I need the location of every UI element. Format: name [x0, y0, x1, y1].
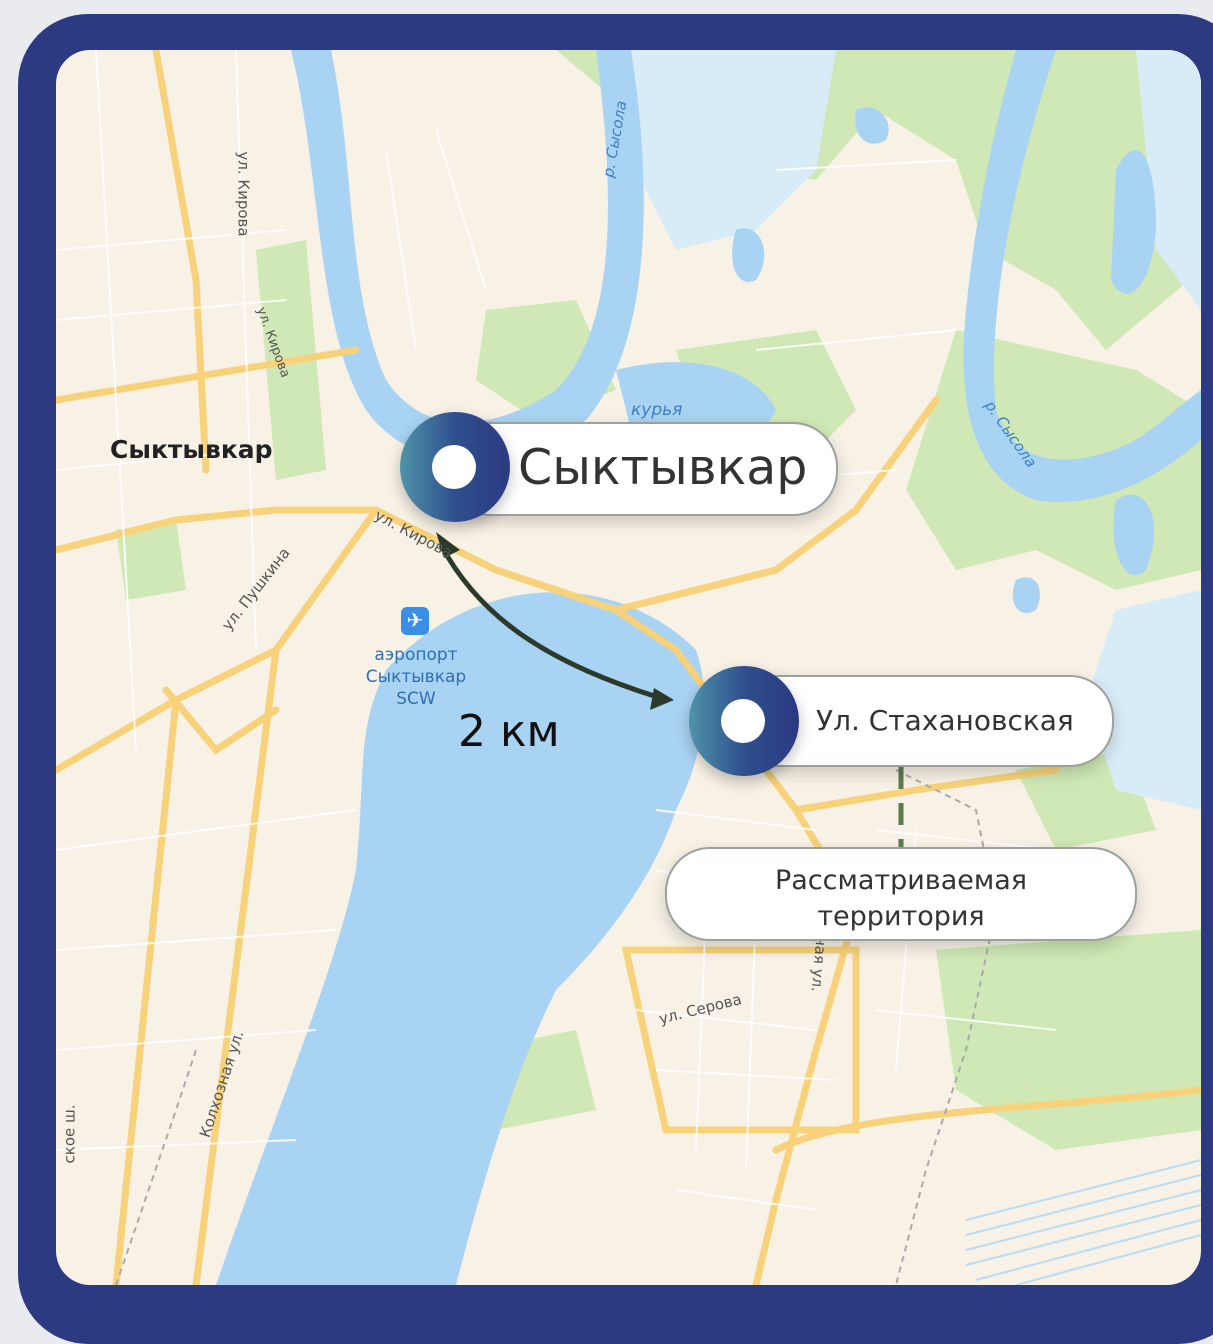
territory-callout-line: Рассматриваемая — [774, 865, 1028, 896]
water-body-label: курья — [631, 400, 683, 420]
fields — [965, 1159, 1201, 1285]
marker-dot — [432, 445, 476, 489]
airplane-icon[interactable]: ✈ — [401, 607, 429, 635]
airport-label[interactable]: аэропорт Сыктывкар SCW — [354, 644, 478, 710]
territory-callout-line: территория — [817, 901, 985, 932]
street-marker[interactable] — [689, 666, 799, 776]
map-view[interactable]: р. Сысола р. Сысола курья ул. Кирова ул.… — [56, 50, 1201, 1285]
marker-dot — [721, 699, 765, 743]
city-marker[interactable] — [400, 412, 510, 522]
street-label: ское ш. — [60, 1104, 79, 1164]
airport-label-line: аэропорт — [374, 645, 458, 665]
distance-label: 2 км — [458, 706, 560, 757]
street-label: ул. Кирова — [234, 151, 253, 237]
city-map-label: Сыктывкар — [110, 435, 273, 464]
territory-callout[interactable]: Рассматриваемая территория — [665, 847, 1137, 941]
street-callout-label: Ул. Стахановская — [816, 704, 1074, 737]
airport-label-line: Сыктывкар — [365, 667, 467, 687]
map-base — [56, 50, 1201, 1285]
territory-callout-label: Рассматриваемая территория — [667, 863, 1135, 935]
city-callout-label: Сыктывкар — [518, 439, 808, 496]
